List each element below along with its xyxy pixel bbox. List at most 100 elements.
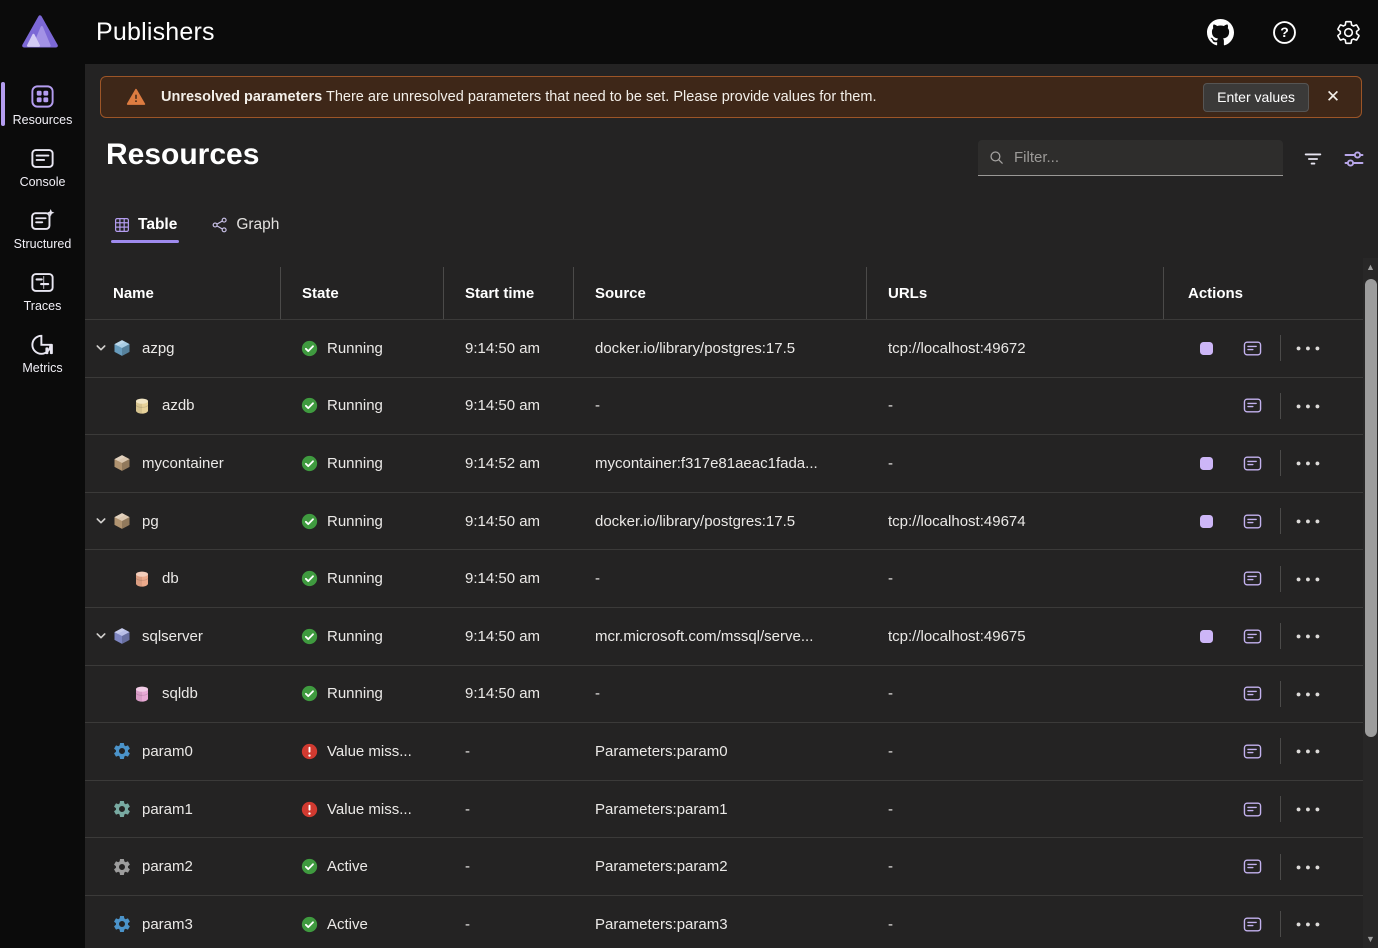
state-cell: Running [280,493,443,550]
graph-icon [211,216,229,234]
start-time-cell: - [443,838,573,895]
console-logs-button[interactable] [1239,508,1265,534]
state-label: Running [327,628,383,645]
more-actions-button[interactable]: ●●● [1295,566,1325,592]
column-header-source[interactable]: Source [573,267,866,319]
table-row-mycontainer[interactable]: mycontainer Running 9:14:52 am mycontain… [85,434,1363,492]
more-actions-button[interactable]: ●●● [1295,508,1325,534]
tab-table[interactable]: Table [107,212,183,243]
table-header-row: NameStateStart timeSourceURLsActions [85,267,1363,319]
name-cell: sqlserver [85,608,280,665]
table-row-azdb[interactable]: azdb Running 9:14:50 am - - ●●● [85,377,1363,435]
column-header-urls[interactable]: URLs [866,267,1163,319]
state-icon [301,685,318,702]
column-options-icon[interactable] [1340,146,1368,172]
more-actions-button[interactable]: ●●● [1295,796,1325,822]
console-logs-button[interactable] [1239,738,1265,764]
sidebar-item-console[interactable]: Console [0,136,85,198]
settings-icon[interactable] [1334,18,1362,46]
scrollbar-thumb[interactable] [1365,279,1377,737]
sidebar-item-resources[interactable]: Resources [0,74,85,136]
actions-divider [1280,508,1281,534]
stop-icon [1200,457,1213,470]
state-icon [301,858,318,875]
filter-icon[interactable] [1299,146,1327,172]
console-logs-button[interactable] [1239,450,1265,476]
urls: - [888,743,893,760]
console-logs-button[interactable] [1239,393,1265,419]
console-logs-button[interactable] [1239,911,1265,937]
stop-button[interactable] [1193,335,1219,361]
column-header-actions[interactable]: Actions [1163,267,1363,319]
expand-chevron-icon[interactable] [90,340,111,356]
source-cell: - [573,378,866,435]
scroll-down-icon[interactable]: ▼ [1363,932,1378,946]
more-actions-button[interactable]: ●●● [1295,450,1325,476]
tab-graph[interactable]: Graph [205,212,285,243]
traces-icon [29,269,56,296]
filter-input[interactable] [1014,149,1273,166]
table-row-param3[interactable]: param3 Active - Parameters:param3 - ●●● [85,895,1363,948]
table-row-sqlserver[interactable]: sqlserver Running 9:14:50 am mcr.microso… [85,607,1363,665]
github-icon[interactable] [1206,18,1234,46]
sidebar-item-structured[interactable]: Structured [0,198,85,260]
resource-name: param3 [142,916,193,933]
help-icon[interactable]: ? [1270,18,1298,46]
start-time-cell: 9:14:50 am [443,666,573,723]
stop-button[interactable] [1193,508,1219,534]
stop-button[interactable] [1193,623,1219,649]
name-cell: azdb [85,378,280,435]
console-logs-button[interactable] [1239,796,1265,822]
stop-button[interactable] [1193,450,1219,476]
column-header-name[interactable]: Name [85,267,280,319]
console-logs-button[interactable] [1239,335,1265,361]
actions-divider [1280,681,1281,707]
table-row-param0[interactable]: param0 Value miss... - Parameters:param0… [85,722,1363,780]
table-row-db[interactable]: db Running 9:14:50 am - - ●●● [85,549,1363,607]
table-row-param1[interactable]: param1 Value miss... - Parameters:param1… [85,780,1363,838]
aspire-logo-icon[interactable] [21,13,59,51]
state-label: Running [327,513,383,530]
database-icon [132,569,152,589]
table-row-pg[interactable]: pg Running 9:14:50 am docker.io/library/… [85,492,1363,550]
expand-chevron-icon[interactable] [90,513,111,529]
main-content: Unresolved parameters There are unresolv… [85,64,1378,948]
sidebar: Resources Console Structured Traces Metr… [0,64,85,948]
start-time: - [465,801,470,818]
more-actions-button[interactable]: ●●● [1295,911,1325,937]
console-logs-icon [1242,453,1263,474]
column-header-start-time[interactable]: Start time [443,267,573,319]
start-time: 9:14:50 am [465,513,540,530]
table-row-sqldb[interactable]: sqldb Running 9:14:50 am - - ●●● [85,665,1363,723]
actions-divider [1280,393,1281,419]
source-cell: mcr.microsoft.com/mssql/serve... [573,608,866,665]
more-actions-button[interactable]: ●●● [1295,393,1325,419]
console-logs-button[interactable] [1239,681,1265,707]
start-time-cell: 9:14:50 am [443,550,573,607]
console-logs-button[interactable] [1239,854,1265,880]
console-logs-button[interactable] [1239,566,1265,592]
urls: tcp://localhost:49674 [888,513,1026,530]
column-header-state[interactable]: State [280,267,443,319]
sidebar-item-label: Traces [24,299,62,313]
more-actions-button[interactable]: ●●● [1295,335,1325,361]
expand-chevron-icon[interactable] [90,628,111,644]
scroll-up-icon[interactable]: ▲ [1363,260,1378,274]
enter-values-button[interactable]: Enter values [1203,83,1309,112]
more-actions-button[interactable]: ●●● [1295,738,1325,764]
app-title: Publishers [96,18,215,47]
table-icon [113,216,131,234]
database-icon [132,396,152,416]
console-logs-button[interactable] [1239,623,1265,649]
source: - [595,685,600,702]
more-actions-button[interactable]: ●●● [1295,623,1325,649]
table-row-param2[interactable]: param2 Active - Parameters:param2 - ●●● [85,837,1363,895]
sidebar-item-metrics[interactable]: Metrics [0,322,85,384]
sidebar-item-traces[interactable]: Traces [0,260,85,322]
more-actions-button[interactable]: ●●● [1295,854,1325,880]
more-actions-button[interactable]: ●●● [1295,681,1325,707]
close-icon[interactable]: ✕ [1319,83,1347,111]
resource-name: sqldb [162,685,198,702]
table-row-azpg[interactable]: azpg Running 9:14:50 am docker.io/librar… [85,319,1363,377]
vertical-scrollbar: ▲ ▼ [1363,258,1378,948]
